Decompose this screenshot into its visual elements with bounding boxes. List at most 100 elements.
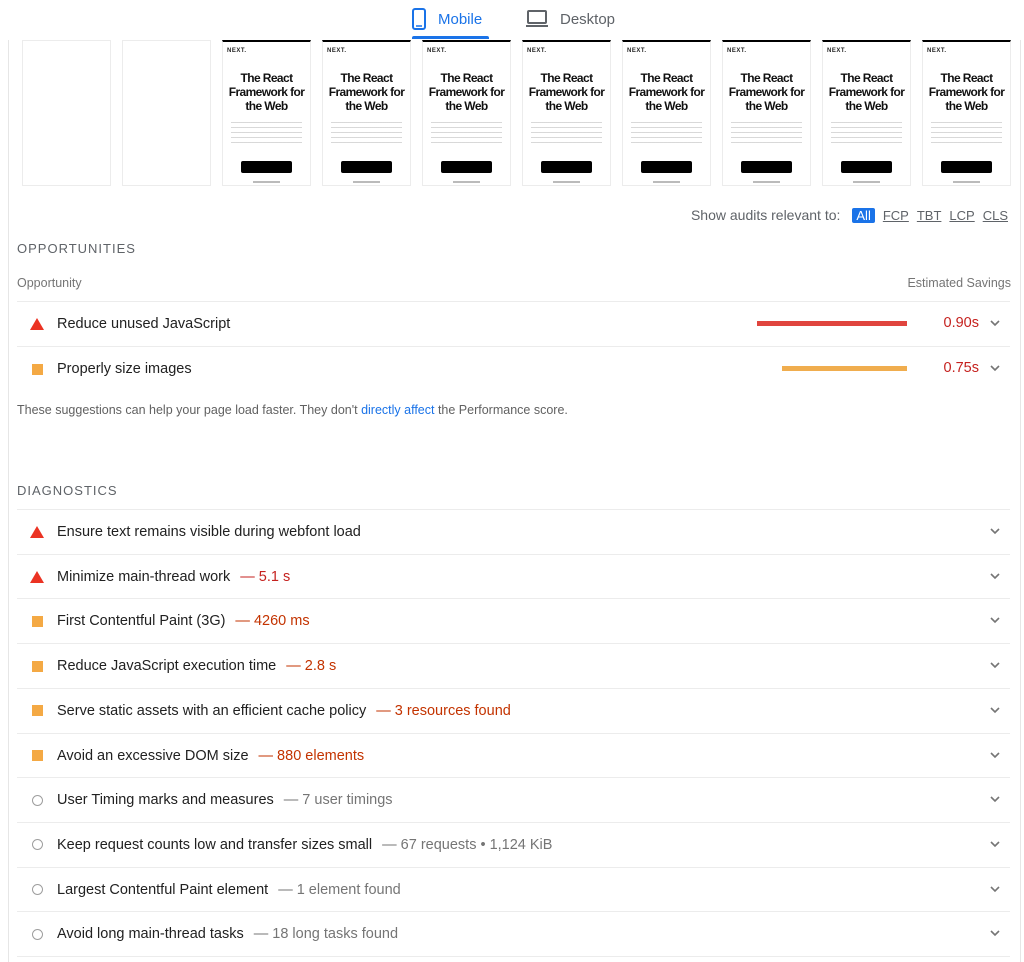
frame-cta-button [641, 161, 692, 173]
frame-secondary-link [353, 181, 380, 183]
filmstrip-frame: NEXT. The React Framework for the Web [822, 40, 911, 186]
frame-cta-button [841, 161, 892, 173]
diagnostic-row[interactable]: User Timing marks and measures — 7 user t… [17, 777, 1010, 822]
diagnostic-title: Avoid an excessive DOM size [57, 747, 249, 764]
diagnostic-display-value: — 5.1 s [240, 568, 291, 585]
tab-mobile[interactable]: Mobile [412, 0, 490, 38]
severity-indicator [17, 660, 57, 672]
savings-bar [757, 321, 907, 326]
filter-chip-all[interactable]: All [852, 207, 875, 223]
frame-logo: NEXT. [927, 48, 947, 54]
chevron-down-icon[interactable] [988, 658, 1002, 672]
diagnostic-display-value: — 67 requests • 1,124 KiB [382, 836, 553, 853]
chevron-down-icon[interactable] [988, 792, 1002, 806]
list-divider [17, 956, 1010, 957]
diagnostic-title: Keep request counts low and transfer siz… [57, 836, 373, 853]
frame-headline: The React Framework for the Web [528, 71, 605, 113]
chevron-down-icon[interactable] [988, 316, 1002, 330]
info-circle-icon [31, 928, 43, 940]
filmstrip-frame: NEXT. The React Framework for the Web [722, 40, 811, 186]
chevron-down-icon[interactable] [988, 569, 1002, 583]
severity-indicator [17, 318, 57, 330]
filter-chip-fcp[interactable]: FCP [883, 208, 909, 223]
severity-indicator [17, 705, 57, 717]
diagnostic-title: Serve static assets with an efficient ca… [57, 702, 367, 719]
diagnostic-row[interactable]: Ensure text remains visible during webfo… [17, 509, 1010, 554]
phone-icon [412, 8, 426, 30]
diagnostic-row[interactable]: Reduce JavaScript execution time — 2.8 s [17, 643, 1010, 688]
frame-headline: The React Framework for the Web [328, 71, 405, 113]
chevron-down-icon[interactable] [988, 703, 1002, 717]
average-square-icon [31, 615, 43, 627]
severity-indicator [17, 615, 57, 627]
frame-cta-button [341, 161, 392, 173]
frame-secondary-link [253, 181, 280, 183]
opportunity-row[interactable]: Reduce unused JavaScript 0.90s [17, 301, 1010, 346]
chevron-down-icon[interactable] [988, 613, 1002, 627]
frame-logo: NEXT. [627, 48, 647, 54]
fail-triangle-icon [30, 318, 44, 330]
opportunity-row[interactable]: Properly size images 0.75s [17, 346, 1010, 391]
frame-cta-button [941, 161, 992, 173]
info-circle-icon [31, 839, 43, 851]
severity-indicator [17, 526, 57, 538]
diagnostic-row[interactable]: Serve static assets with an efficient ca… [17, 687, 1010, 733]
chevron-down-icon[interactable] [988, 882, 1002, 896]
diagnostic-row[interactable]: Avoid long main-thread tasks — 18 long ta… [17, 911, 1010, 956]
frame-logo: NEXT. [527, 48, 547, 54]
filter-chip-cls[interactable]: CLS [983, 208, 1008, 223]
diagnostic-display-value: — 7 user timings [283, 792, 393, 809]
frame-logo: NEXT. [427, 48, 447, 54]
opportunity-column-header: Opportunity [17, 276, 82, 290]
frame-body-text [531, 122, 602, 146]
info-circle-icon [31, 794, 43, 806]
chevron-down-icon[interactable] [988, 837, 1002, 851]
filmstrip-frame: NEXT. The React Framework for the Web [922, 40, 1011, 186]
diagnostic-row[interactable]: Minimize main-thread work — 5.1 s [17, 553, 1010, 599]
severity-indicator [17, 884, 57, 896]
diagnostic-display-value: — 4260 ms [235, 613, 310, 630]
frame-secondary-link [853, 181, 880, 183]
frame-logo: NEXT. [827, 48, 847, 54]
diagnostic-row[interactable]: Avoid an excessive DOM size — 880 element… [17, 732, 1010, 778]
diagnostic-row[interactable]: Keep request counts low and transfer siz… [17, 821, 1010, 867]
frame-secondary-link [453, 181, 480, 183]
severity-indicator [17, 750, 57, 761]
frame-secondary-link [553, 181, 580, 183]
diagnostic-title: User Timing marks and measures [57, 792, 274, 809]
filmstrip-frame [122, 40, 211, 186]
diagnostic-title: Minimize main-thread work [57, 568, 231, 585]
directly-affect-link[interactable]: directly affect [361, 403, 434, 417]
diagnostic-display-value: — 2.8 s [286, 658, 337, 675]
savings-bar [782, 366, 907, 371]
frame-cta-button [741, 161, 792, 173]
fail-triangle-icon [30, 526, 44, 538]
filter-chip-tbt[interactable]: TBT [917, 208, 942, 223]
frame-cta-button [541, 161, 592, 173]
tab-desktop-label: Desktop [560, 10, 616, 28]
opportunity-title: Reduce unused JavaScript [57, 316, 231, 332]
diagnostic-display-value: — 1 element found [278, 881, 401, 898]
filmstrip-frame: NEXT. The React Framework for the Web [622, 40, 711, 186]
chevron-down-icon[interactable] [988, 926, 1002, 940]
filmstrip: NEXT. The React Framework for the Web NEXT… [0, 40, 1024, 188]
chevron-down-icon[interactable] [988, 524, 1002, 538]
filter-chip-lcp[interactable]: LCP [949, 208, 974, 223]
severity-indicator [17, 928, 57, 940]
filmstrip-frame: NEXT. The React Framework for the Web [322, 40, 411, 186]
estimated-savings-value: 0.75s [943, 360, 979, 376]
chevron-down-icon[interactable] [988, 748, 1002, 762]
diagnostic-title: Largest Contentful Paint element [57, 881, 269, 898]
diagnostic-row[interactable]: Largest Contentful Paint element — 1 elem… [17, 866, 1010, 912]
fail-triangle-icon [30, 570, 44, 583]
diagnostic-display-value: — 880 elements [258, 747, 365, 764]
frame-body-text [731, 122, 802, 146]
diagnostic-title: First Contentful Paint (3G) [57, 613, 226, 630]
info-circle-icon [31, 884, 43, 896]
diagnostics-heading: DIAGNOSTICS [17, 483, 118, 498]
diagnostic-row[interactable]: First Contentful Paint (3G) — 4260 ms [17, 598, 1010, 643]
tab-desktop[interactable]: Desktop [526, 0, 615, 38]
frame-body-text [331, 122, 402, 146]
estimated-savings-column-header: Estimated Savings [907, 276, 1011, 290]
chevron-down-icon[interactable] [988, 361, 1002, 375]
